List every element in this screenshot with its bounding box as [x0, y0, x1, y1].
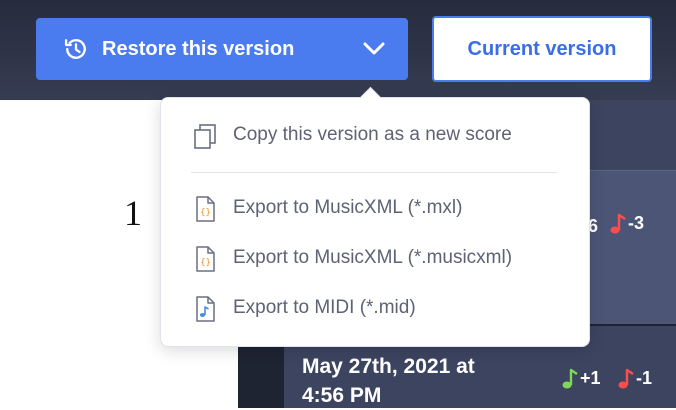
restore-version-label: Restore this version [102, 38, 295, 60]
removed-notes-count: -1 [636, 368, 653, 388]
chevron-down-icon[interactable] [362, 40, 386, 58]
added-note-icon [562, 369, 578, 389]
svg-text:{}: {} [200, 258, 211, 268]
measure-number: 1 [124, 193, 142, 233]
removed-note-icon [618, 369, 634, 389]
menu-item-label: Copy this version as a new score [233, 124, 512, 145]
removed-note-icon [610, 214, 626, 234]
history-icon [64, 39, 86, 59]
top-toolbar: Restore this version Current version [0, 0, 676, 100]
menu-item-label: Export to MIDI (*.mid) [233, 297, 416, 318]
menu-item-label: Export to MusicXML (*.musicxml) [233, 247, 513, 268]
midi-file-icon [196, 296, 215, 322]
musicxml-file-icon: {} [196, 196, 215, 222]
added-notes-stat: +1 [562, 368, 601, 390]
removed-notes-stat: -1 [618, 368, 652, 390]
removed-notes-count: -3 [628, 213, 645, 233]
menu-item-export-mxl[interactable]: {} Export to MusicXML (*.mxl) [161, 185, 589, 231]
restore-version-button[interactable]: Restore this version [36, 18, 408, 80]
version-date: May 27th, 2021 at 4:56 PM [302, 355, 475, 407]
restore-options-menu: Copy this version as a new score {} Expo… [160, 86, 590, 347]
menu-item-export-midi[interactable]: Export to MIDI (*.mid) [161, 285, 589, 331]
menu-item-label: Export to MusicXML (*.mxl) [233, 197, 463, 218]
copy-icon [194, 124, 216, 149]
removed-notes-stat: -3 [610, 213, 644, 235]
musicxml-file-icon: {} [196, 246, 215, 272]
svg-text:{}: {} [200, 208, 211, 218]
menu-item-export-musicxml[interactable]: {} Export to MusicXML (*.musicxml) [161, 235, 589, 281]
added-notes-count: +1 [580, 368, 601, 388]
menu-item-copy-as-new-score[interactable]: Copy this version as a new score [161, 112, 589, 158]
current-version-button[interactable]: Current version [432, 16, 652, 82]
menu-divider [191, 172, 557, 173]
